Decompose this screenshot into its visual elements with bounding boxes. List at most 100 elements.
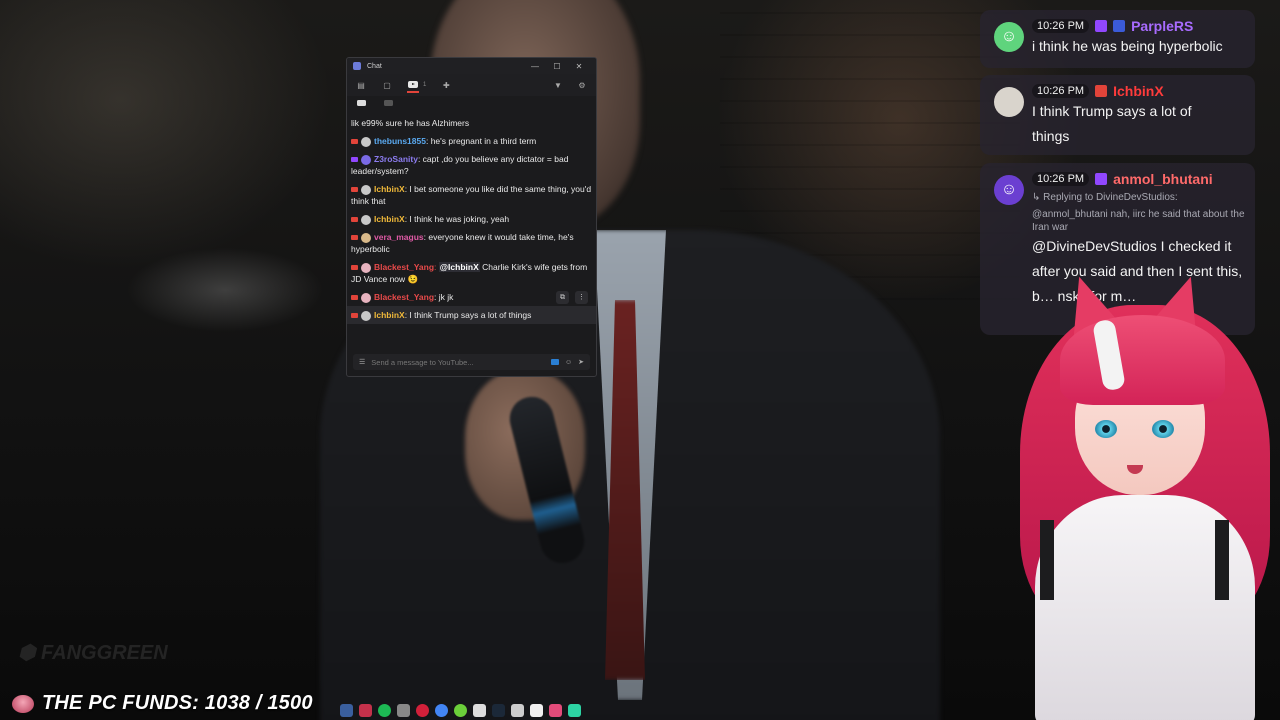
chat-app-icon[interactable] (454, 704, 467, 717)
chat-message: IchbinX: I bet someone you like did the … (351, 180, 592, 210)
media-icon[interactable] (549, 704, 562, 717)
twitch-badge-icon (351, 157, 358, 163)
youtube-badge-icon (351, 295, 358, 301)
steam-client-icon[interactable] (492, 704, 505, 717)
news-icon[interactable] (359, 704, 372, 717)
username[interactable]: Blackest_Yang (374, 292, 434, 302)
youtube-icon (408, 80, 418, 88)
username[interactable]: IchbinX (374, 310, 405, 320)
youtube-badge-icon (351, 235, 358, 241)
message-text: : he's pregnant in a third term (425, 136, 537, 146)
chat-message: Z3roSanity: capt ,do you believe any dic… (351, 150, 592, 180)
chat-message: lik e99% sure he has Alzhimers (351, 114, 592, 132)
cat-avatar-icon (994, 87, 1024, 117)
all-chats-icon[interactable]: ▤ (355, 80, 367, 90)
more-options-icon[interactable]: ⋮ (575, 291, 588, 304)
chat-message-hovered[interactable]: ⧉ ⋮ IchbinX: I think Trump says a lot of… (347, 291, 596, 324)
avatar (361, 154, 371, 165)
avatar (361, 184, 371, 195)
chat-message: IchbinX: I think he was joking, yeah (351, 210, 592, 228)
avatar (361, 136, 371, 147)
overlay-message-text: I think Trump says a lot of things (1032, 103, 1192, 144)
avatar-bangs (1060, 315, 1225, 405)
overlay-message: ☺ 10:26 PM ParpleRS i think he was being… (980, 10, 1255, 68)
app-icon[interactable] (397, 704, 410, 717)
avatar (361, 232, 371, 243)
mention[interactable]: @IchbinX (438, 262, 480, 272)
subscriber-badge-icon (1113, 20, 1126, 32)
message-time: 10:26 PM (1032, 19, 1090, 33)
chat-titlebar[interactable]: Chat — ☐ ✕ (347, 58, 596, 74)
username[interactable]: Z3roSanity (374, 154, 418, 164)
avatar-eye (1152, 420, 1174, 438)
message-text: lik e99% sure he has Alzhimers (351, 118, 470, 128)
chat-window[interactable]: Chat — ☐ ✕ ▤ ▢ 1 ✚ ▼ ⚙ lik e99% sure he … (346, 57, 597, 377)
vtuber-avatar (1000, 265, 1280, 720)
youtube-target-icon[interactable] (550, 359, 559, 365)
spotify-icon[interactable] (378, 704, 391, 717)
overlay-message: 10:26 PM IchbinX I think Trump says a lo… (980, 75, 1255, 155)
overlay-username: ParpleRS (1131, 18, 1194, 34)
chat-toolbar: ▤ ▢ 1 ✚ ▼ ⚙ (347, 74, 596, 96)
username[interactable]: Blackest_Yang (374, 262, 434, 272)
folder-icon[interactable] (568, 704, 581, 717)
stream-canvas: ⬢ FANGGREEN Chat — ☐ ✕ ▤ ▢ 1 ✚ ▼ ⚙ lik e… (0, 0, 1280, 720)
chrome-icon[interactable] (435, 704, 448, 717)
chat-message: Blackest_Yang: @IchbinX Charlie Kirk's w… (351, 262, 588, 284)
avatar-eye (1095, 420, 1117, 438)
chat-message: thebuns1855: he's pregnant in a third te… (351, 132, 592, 150)
opera-icon[interactable] (416, 704, 429, 717)
youtube-tab[interactable] (407, 77, 419, 93)
overlay-username: anmol_bhutani (1113, 171, 1213, 187)
avatar (361, 214, 371, 225)
emoji-icon[interactable]: ☺ (565, 359, 572, 366)
youtube-badge-icon (351, 139, 358, 145)
chat-input-bar: ☰ ☺ ➤ (353, 354, 590, 370)
minimize-button[interactable]: — (524, 62, 546, 71)
youtube-icon (1095, 85, 1108, 97)
twitch-chat-icon[interactable]: ▢ (381, 80, 393, 90)
username[interactable]: thebuns1855 (374, 136, 426, 146)
send-icon[interactable]: ➤ (578, 358, 584, 366)
filter-icon[interactable]: ▼ (552, 80, 564, 90)
twitch-icon (1095, 20, 1108, 32)
reply-text: @anmol_bhutani nah, iirc he said that ab… (1032, 209, 1245, 233)
message-text: : jk jk (434, 292, 454, 302)
emote-menu-icon[interactable]: ☰ (359, 358, 365, 366)
notes-icon[interactable] (530, 704, 543, 717)
avatar (361, 262, 371, 273)
message-actions: ⧉ ⋮ (556, 291, 588, 304)
username[interactable]: vera_magus (374, 232, 424, 242)
youtube-tab-count: 1 (423, 82, 427, 88)
camera-subtab[interactable] (384, 100, 393, 106)
chat-app-icon (353, 62, 361, 70)
username[interactable]: IchbinX (374, 214, 405, 224)
youtube-live-subtab[interactable] (357, 100, 366, 106)
chat-message-list[interactable]: lik e99% sure he has Alzhimers thebuns18… (347, 114, 596, 354)
youtube-badge-icon (351, 217, 358, 223)
reply-label: ↳ Replying to DivineDevStudios: (1032, 192, 1178, 203)
overlay-username: IchbinX (1113, 83, 1164, 99)
user-avatar-icon: ☺ (994, 22, 1024, 52)
chat-window-title: Chat (367, 62, 382, 70)
settings-gear-icon[interactable]: ⚙ (576, 80, 588, 90)
avatar (361, 310, 371, 321)
channel-watermark-logo: ⬢ FANGGREEN (18, 642, 168, 664)
add-tab-icon[interactable]: ✚ (440, 80, 452, 90)
terminal-icon[interactable] (511, 704, 524, 717)
avatar-strap (1215, 520, 1229, 600)
youtube-badge-icon (351, 313, 358, 319)
username[interactable]: IchbinX (374, 184, 405, 194)
message-text: : I think he was joking, yeah (404, 214, 510, 224)
message-input[interactable] (371, 357, 545, 367)
avatar (361, 292, 371, 303)
message-time: 10:26 PM (1032, 172, 1090, 186)
chat-message: vera_magus: everyone knew it would take … (351, 228, 592, 258)
close-button[interactable]: ✕ (568, 62, 590, 71)
steam-icon[interactable] (340, 704, 353, 717)
taskbar (0, 701, 1280, 720)
obs-icon[interactable] (473, 704, 486, 717)
copy-icon[interactable]: ⧉ (556, 291, 569, 304)
twitch-icon (1095, 173, 1108, 185)
maximize-button[interactable]: ☐ (546, 62, 568, 71)
